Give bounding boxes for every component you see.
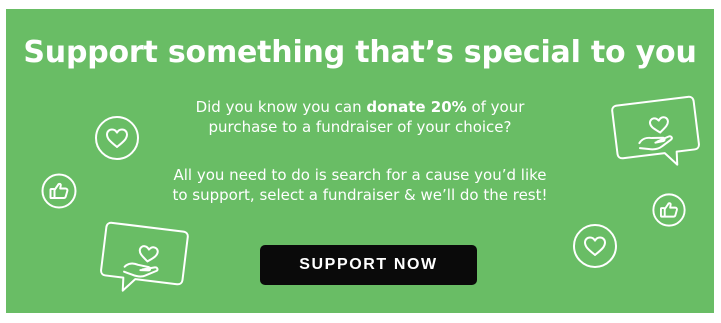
thumbs-up-circle-icon bbox=[651, 192, 687, 228]
intro-text-start: Did you know you can bbox=[195, 98, 367, 116]
instructions-text: All you need to do is search for a cause… bbox=[172, 166, 548, 204]
heart-circle-icon bbox=[93, 114, 141, 162]
heart-hand-speech-bubble-icon bbox=[98, 221, 190, 299]
support-now-button[interactable]: SUPPORT NOW bbox=[260, 245, 477, 285]
heart-circle-icon bbox=[571, 222, 619, 270]
donation-highlight: donate 20% bbox=[366, 98, 467, 116]
heart-hand-speech-bubble-icon bbox=[610, 95, 702, 173]
intro-text: Did you know you can donate 20% of your … bbox=[166, 97, 554, 137]
banner-title: Support something that’s special to you bbox=[23, 35, 697, 70]
support-banner: Support something that’s special to you … bbox=[6, 9, 714, 313]
thumbs-up-circle-icon bbox=[40, 172, 78, 210]
